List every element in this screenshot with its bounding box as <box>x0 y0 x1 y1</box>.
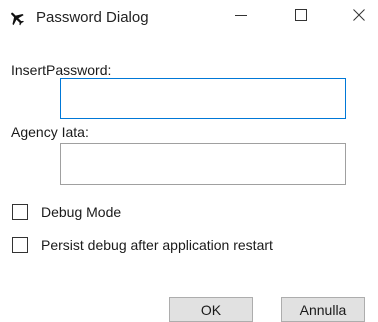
debug-mode-option[interactable]: Debug Mode <box>12 202 121 222</box>
minimize-button[interactable] <box>218 0 264 34</box>
window-title: Password Dialog <box>36 9 149 26</box>
maximize-icon <box>295 8 307 26</box>
airplane-icon <box>8 9 26 27</box>
close-icon <box>353 8 365 26</box>
agency-iata-input[interactable] <box>60 143 346 185</box>
close-button[interactable] <box>340 0 378 34</box>
title-bar[interactable]: Password Dialog <box>0 0 378 34</box>
minimize-icon <box>235 8 247 26</box>
debug-mode-label: Debug Mode <box>41 204 122 220</box>
agency-iata-label: Agency Iata: <box>11 124 89 140</box>
debug-mode-checkbox[interactable] <box>12 204 28 220</box>
password-label: InsertPassword: <box>11 62 112 78</box>
cancel-button[interactable]: Annulla <box>281 297 365 322</box>
ok-button[interactable]: OK <box>169 297 253 322</box>
password-input[interactable] <box>60 78 346 119</box>
persist-debug-label: Persist debug after application restart <box>41 237 273 253</box>
persist-debug-option[interactable]: Persist debug after application restart <box>12 235 273 255</box>
persist-debug-checkbox[interactable] <box>12 237 28 253</box>
maximize-button[interactable] <box>278 0 324 34</box>
password-dialog-window: Password Dialog InsertPassword: Agency I… <box>0 0 378 322</box>
